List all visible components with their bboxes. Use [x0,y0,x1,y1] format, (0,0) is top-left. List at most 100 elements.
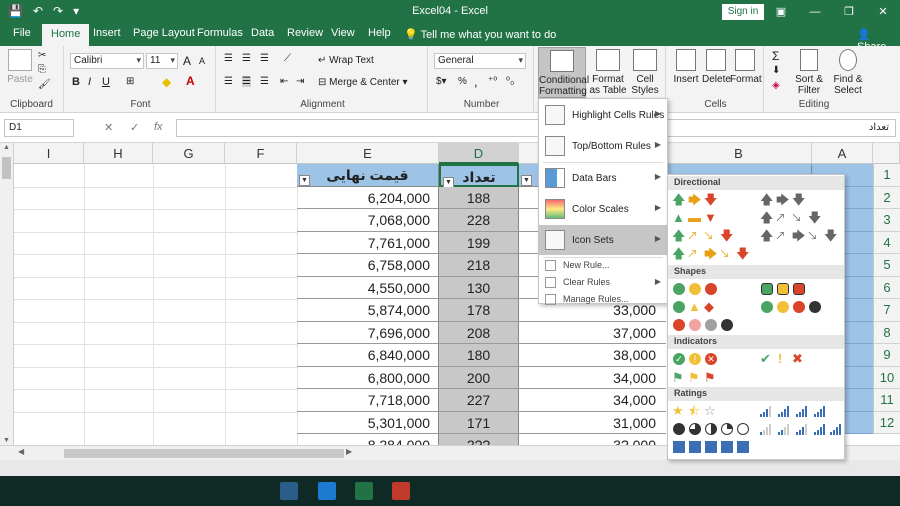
menu-item-manage-rules[interactable]: Manage Rules... [539,291,667,308]
table-cell[interactable]: 34,000 [519,367,666,389]
increase-indent-icon[interactable]: ⇥ [296,76,304,87]
paste-button[interactable]: Paste [6,49,34,85]
center-icon[interactable]: ☰ [242,76,251,87]
column-header-d[interactable]: D [439,143,519,164]
table-cell[interactable]: 6,758,000 [297,254,439,277]
borders-icon[interactable]: ⊞ [126,76,134,87]
format-cells-button[interactable]: Format [730,49,762,85]
table-cell[interactable]: 5,874,000 [297,299,439,322]
taskbar-app-icon[interactable] [280,482,298,500]
name-box[interactable]: D1 [4,119,74,137]
table-cell[interactable]: 7,718,000 [297,389,439,412]
row-header[interactable]: 12 [873,411,900,434]
table-cell[interactable]: 4,550,000 [297,276,439,299]
maximize-icon[interactable]: ❐ [832,0,866,24]
sort-filter-button[interactable]: Sort & Filter [790,49,828,96]
scroll-left-icon[interactable]: ◀ [18,447,24,456]
table-cell[interactable]: 208 [439,321,519,344]
table-cell[interactable]: 188 [439,186,519,209]
table-cell[interactable]: 3?,000 [519,434,666,445]
number-format-select[interactable]: General [434,53,526,69]
table-cell[interactable]: 7,696,000 [297,321,439,344]
table-cell[interactable]: 38,000 [519,344,666,367]
table-cell[interactable]: 180 [439,344,519,367]
menu-item-color-scales[interactable]: Color Scales ▶ [539,194,667,224]
table-cell[interactable]: 130 [439,276,519,299]
table-cell[interactable]: 7,761,000 [297,231,439,254]
taskbar-app-icon[interactable] [318,482,336,500]
format-as-table-button[interactable]: Format as Table [588,49,628,96]
row-header[interactable]: 2 [873,186,900,209]
row-header[interactable]: 7 [873,299,900,322]
comma-button[interactable]: , [474,74,478,89]
row-header[interactable]: 10 [873,366,900,389]
align-right-icon[interactable]: ☰ [260,76,269,87]
taskbar-app-icon[interactable] [392,482,410,500]
column-header-h[interactable]: H [84,143,153,164]
font-color-icon[interactable]: A [186,74,195,88]
cell-styles-button[interactable]: Cell Styles [628,49,662,96]
align-left-icon[interactable]: ☰ [224,76,233,87]
row-header[interactable]: 5 [873,254,900,277]
find-select-button[interactable]: Find & Select [828,49,868,96]
tab-page-layout[interactable]: Page Layout [133,27,195,39]
menu-item-clear-rules[interactable]: Clear Rules ▶ [539,274,667,291]
column-header-a[interactable]: A [812,143,873,164]
cancel-entry-icon[interactable]: ✕ [104,121,113,134]
sign-in-button[interactable]: Sign in [722,4,764,20]
merge-center-button[interactable]: ⊟ Merge & Center ▾ [318,77,408,88]
fill-icon[interactable]: ⬇ [772,65,780,76]
scrollbar-thumb[interactable] [2,157,11,179]
table-cell[interactable]: 2?? [439,434,519,445]
tab-review[interactable]: Review [287,27,323,39]
column-header-e[interactable]: E [297,143,439,164]
insert-cells-button[interactable]: Insert [672,49,700,85]
column-header-b[interactable]: B [666,143,812,164]
accounting-format-icon[interactable]: $▾ [436,76,447,87]
row-header[interactable]: 9 [873,344,900,367]
delete-cells-button[interactable]: Delete [702,49,731,85]
table-cell[interactable]: 6,800,000 [297,366,439,389]
header-cell-final-price[interactable]: ▼ قیمت نهایی [297,164,439,187]
menu-item-top-bottom-rules[interactable]: Top/Bottom Rules ▶ [539,131,667,161]
confirm-entry-icon[interactable]: ✓ [130,121,139,134]
copy-icon[interactable]: ⎘ [38,64,46,75]
top-align-icon[interactable]: ☰ [224,53,233,64]
insert-function-button[interactable]: fx [154,121,163,133]
horizontal-scrollbar[interactable] [64,449,344,458]
orientation-icon[interactable]: ⟋ [284,53,291,64]
column-header-i[interactable]: I [14,143,84,164]
underline-button[interactable]: U [102,76,110,88]
table-cell[interactable]: 8,284,000 [297,434,439,445]
middle-align-icon[interactable]: ☰ [242,53,251,64]
table-cell[interactable]: 34,000 [519,389,666,412]
row-header[interactable]: 8 [873,321,900,344]
row-header[interactable]: 1 [873,164,900,187]
row-header[interactable]: 3 [873,209,900,232]
fill-color-icon[interactable]: ◆ [162,75,171,89]
row-header[interactable]: 11 [873,389,900,412]
conditional-formatting-button[interactable]: Conditional Formatting [538,47,589,98]
column-header-g[interactable]: G [153,143,225,164]
ribbon-display-icon[interactable]: ▣ [764,0,798,24]
scroll-up-icon[interactable]: ▲ [3,144,10,151]
vertical-scrollbar[interactable]: ▲ ▼ [0,143,14,445]
italic-button[interactable]: I [88,76,91,88]
tab-home[interactable]: Home [42,24,90,46]
menu-item-data-bars[interactable]: Data Bars ▶ [539,163,667,193]
table-cell[interactable]: 218 [439,254,519,277]
table-cell[interactable]: 227 [439,389,519,412]
increase-decimal-icon[interactable]: ⁺⁰ [488,76,497,87]
scroll-down-icon[interactable]: ▼ [3,437,10,444]
bottom-align-icon[interactable]: ☰ [260,53,269,64]
table-cell[interactable]: 7,068,000 [297,209,439,232]
header-cell-quantity[interactable]: ▼ تعداد [439,164,519,188]
filter-dropdown-icon[interactable]: ▼ [521,175,532,186]
table-cell[interactable]: 228 [439,209,519,232]
format-painter-icon[interactable]: 🖌 [38,79,51,90]
table-cell[interactable]: 199 [439,231,519,254]
font-size-select[interactable]: 11 [146,53,178,69]
menu-item-icon-sets[interactable]: Icon Sets ▶ [539,225,667,255]
row-header[interactable]: 4 [873,231,900,254]
table-cell[interactable]: 178 [439,299,519,322]
